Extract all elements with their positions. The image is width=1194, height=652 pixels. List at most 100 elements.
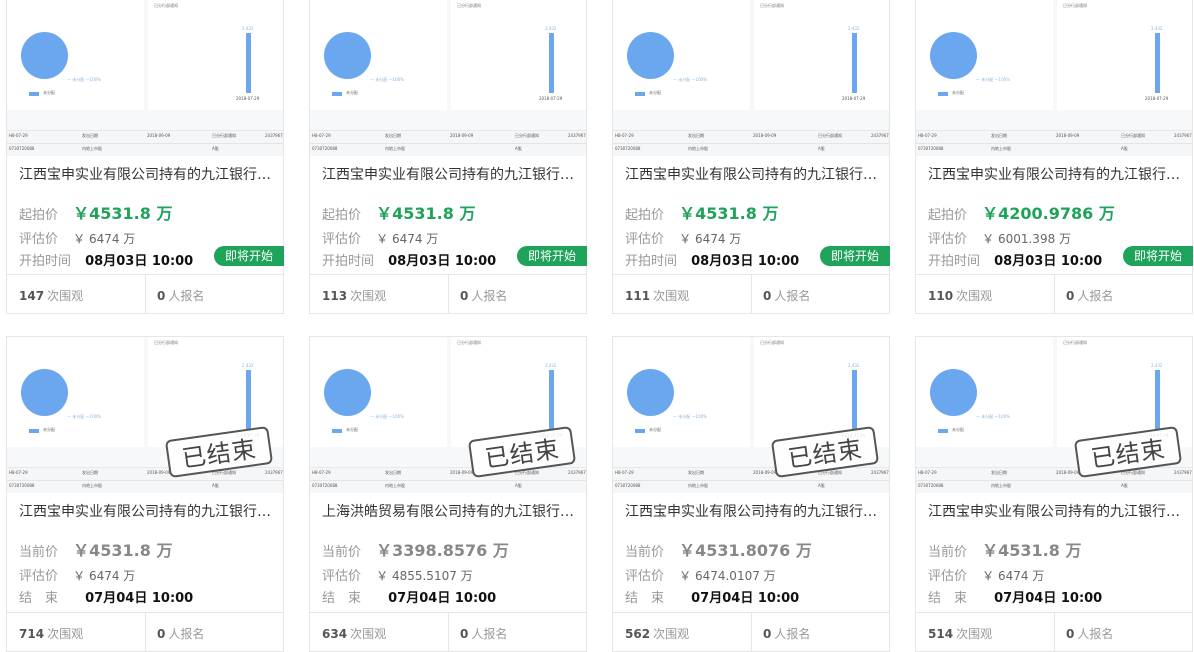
bar-date: 2018-07-29 <box>1145 96 1169 101</box>
estimate-row: 评估价 ￥ 6474 万 <box>19 565 135 584</box>
auction-title-link[interactable]: 江西宝申实业有限公司持有的九江银行… <box>928 501 1186 521</box>
thumbnail-image[interactable]: — 未分配 —100% 未分配 已分行部通知 2,432 2018-07-29 … <box>310 337 586 493</box>
estimate-label: 评估价 <box>928 232 968 247</box>
bar-chart-panel: 已分行部通知 2,432 2018-07-29 <box>148 0 283 110</box>
mini-cell: 0730720088 <box>918 483 944 488</box>
mini-cell: 2018-09-09 <box>1056 470 1080 475</box>
auction-title-link[interactable]: 江西宝申实业有限公司持有的九江银行… <box>928 164 1186 184</box>
auction-title-link[interactable]: 江西宝申实业有限公司持有的九江银行… <box>625 164 883 184</box>
signups-label: 人报名 <box>1077 289 1114 303</box>
bar-chart-panel: 已分行部通知 2,432 2018-07-29 <box>1057 0 1192 110</box>
time-label: 开拍时间 <box>928 254 981 269</box>
thumbnail-image[interactable]: — 未分配 —100% 未分配 已分行部通知 2,432 2018-07-29 … <box>7 337 283 493</box>
thumbnail-image[interactable]: — 未分配 —100% 未分配 已分行部通知 2,432 2018-07-29 … <box>916 0 1192 156</box>
time-value: 07月04日 10:00 <box>85 591 194 606</box>
mini-cell: 2018-09-09 <box>147 133 171 138</box>
thumbnail-image[interactable]: — 未分配 —100% 未分配 已分行部通知 2,432 2018-07-29 … <box>310 0 586 156</box>
views-count: 110 次围观 <box>928 287 992 304</box>
estimate-label: 评估价 <box>19 569 59 584</box>
price-label: 当前价 <box>928 545 968 560</box>
auction-title-link[interactable]: 上海洪皓贸易有限公司持有的九江银行… <box>322 501 580 521</box>
pie-chart-panel: — 未分配 —100% 未分配 <box>310 337 447 447</box>
views-number: 714 <box>19 627 45 641</box>
pie-chart <box>930 32 977 79</box>
bar-chart-title: 已分行部通知 <box>457 340 481 345</box>
thumbnail-image[interactable]: — 未分配 —100% 未分配 已分行部通知 2,432 2018-07-29 … <box>613 0 889 156</box>
estimate-value: ￥ 6474.0107 万 <box>679 569 776 583</box>
thumbnail-image[interactable]: — 未分配 —100% 未分配 已分行部通知 2,432 2018-07-29 … <box>916 337 1192 493</box>
legend-swatch <box>29 429 39 433</box>
auction-card[interactable]: — 未分配 —100% 未分配 已分行部通知 2,432 2018-07-29 … <box>612 336 890 652</box>
time-value: 07月04日 10:00 <box>691 591 800 606</box>
bar <box>852 33 857 93</box>
bar-chart-title: 已分行部通知 <box>457 3 481 8</box>
time-label: 结 束 <box>625 591 665 606</box>
divider <box>751 613 752 651</box>
legend-text: 未分配 <box>952 427 964 432</box>
pie-chart-panel: — 未分配 —100% 未分配 <box>916 0 1053 110</box>
price-label: 起拍价 <box>625 208 665 223</box>
bar-date: 2018-07-29 <box>842 96 866 101</box>
divider <box>751 275 752 313</box>
thumbnail-image[interactable]: — 未分配 —100% 未分配 已分行部通知 2,432 2018-07-29 … <box>613 337 889 493</box>
mini-cell: 2018-09-09 <box>450 470 474 475</box>
legend-text: 未分配 <box>649 427 661 432</box>
pie-label: — 未分配 —100% <box>976 77 1010 82</box>
thumbnail-image[interactable]: — 未分配 —100% 未分配 已分行部通知 2,432 2018-07-29 … <box>7 0 283 156</box>
auction-title-link[interactable]: 江西宝申实业有限公司持有的九江银行… <box>625 501 883 521</box>
mini-cell: H8-07-29 <box>9 470 28 475</box>
mini-cell: A股 <box>818 483 825 488</box>
card-footer: 113 次围观 0 人报名 <box>310 274 586 313</box>
mini-cell: 发出日期 <box>82 133 98 138</box>
auction-title-link[interactable]: 江西宝申实业有限公司持有的九江银行… <box>19 501 277 521</box>
time-row: 开拍时间 08月03日 10:00 <box>322 250 496 269</box>
auction-card[interactable]: — 未分配 —100% 未分配 已分行部通知 2,432 2018-07-29 … <box>309 0 587 314</box>
pie-label: — 未分配 —100% <box>370 77 404 82</box>
pie-chart <box>324 369 371 416</box>
bar-chart-title: 已分行部通知 <box>1063 3 1087 8</box>
price-value: ￥4531.8 万 <box>376 204 476 223</box>
views-count: 113 次围观 <box>322 287 386 304</box>
estimate-row: 评估价 ￥ 6001.398 万 <box>928 228 1071 247</box>
auction-card[interactable]: — 未分配 —100% 未分配 已分行部通知 2,432 2018-07-29 … <box>6 336 284 652</box>
signups-count: 0 人报名 <box>763 287 810 304</box>
views-label: 次围观 <box>956 627 993 641</box>
signups-number: 0 <box>763 627 772 641</box>
signups-label: 人报名 <box>168 627 205 641</box>
price-value: ￥4531.8 万 <box>679 204 779 223</box>
legend-swatch <box>332 92 342 96</box>
estimate-row: 评估价 ￥ 6474 万 <box>625 228 741 247</box>
card-footer: 110 次围观 0 人报名 <box>916 274 1192 313</box>
mini-cell: 0730720088 <box>312 483 338 488</box>
views-label: 次围观 <box>350 627 387 641</box>
views-count: 111 次围观 <box>625 287 689 304</box>
price-label: 当前价 <box>625 545 665 560</box>
auction-card[interactable]: — 未分配 —100% 未分配 已分行部通知 2,432 2018-07-29 … <box>915 0 1193 314</box>
mini-table: H8-07-29 发出日期 2018-09-09 已分行部通知 24379672… <box>613 130 889 156</box>
signups-label: 人报名 <box>1077 627 1114 641</box>
auction-card[interactable]: — 未分配 —100% 未分配 已分行部通知 2,432 2018-07-29 … <box>612 0 890 314</box>
auction-card[interactable]: — 未分配 —100% 未分配 已分行部通知 2,432 2018-07-29 … <box>6 0 284 314</box>
time-label: 结 束 <box>19 591 59 606</box>
auction-card[interactable]: — 未分配 —100% 未分配 已分行部通知 2,432 2018-07-29 … <box>309 336 587 652</box>
time-label: 结 束 <box>928 591 968 606</box>
estimate-row: 评估价 ￥ 6474 万 <box>928 565 1044 584</box>
pie-chart <box>21 32 68 79</box>
bar-date: 2018-07-29 <box>236 96 260 101</box>
price-label: 当前价 <box>322 545 362 560</box>
views-label: 次围观 <box>47 627 84 641</box>
time-row: 结 束 07月04日 10:00 <box>322 587 496 606</box>
auction-title-link[interactable]: 江西宝申实业有限公司持有的九江银行… <box>19 164 277 184</box>
time-value: 08月03日 10:00 <box>691 254 800 269</box>
views-number: 110 <box>928 289 954 303</box>
bar-value: 2,432 <box>545 363 557 368</box>
auction-title-link[interactable]: 江西宝申实业有限公司持有的九江银行… <box>322 164 580 184</box>
mini-cell: A股 <box>1121 483 1128 488</box>
auction-card[interactable]: — 未分配 —100% 未分配 已分行部通知 2,432 2018-07-29 … <box>915 336 1193 652</box>
views-label: 次围观 <box>47 289 84 303</box>
views-count: 514 次围观 <box>928 625 992 642</box>
estimate-value: ￥ 4855.5107 万 <box>376 569 473 583</box>
views-number: 634 <box>322 627 348 641</box>
mini-cell: 24379672 <box>568 133 586 138</box>
mini-cell: 0730720088 <box>918 146 944 151</box>
